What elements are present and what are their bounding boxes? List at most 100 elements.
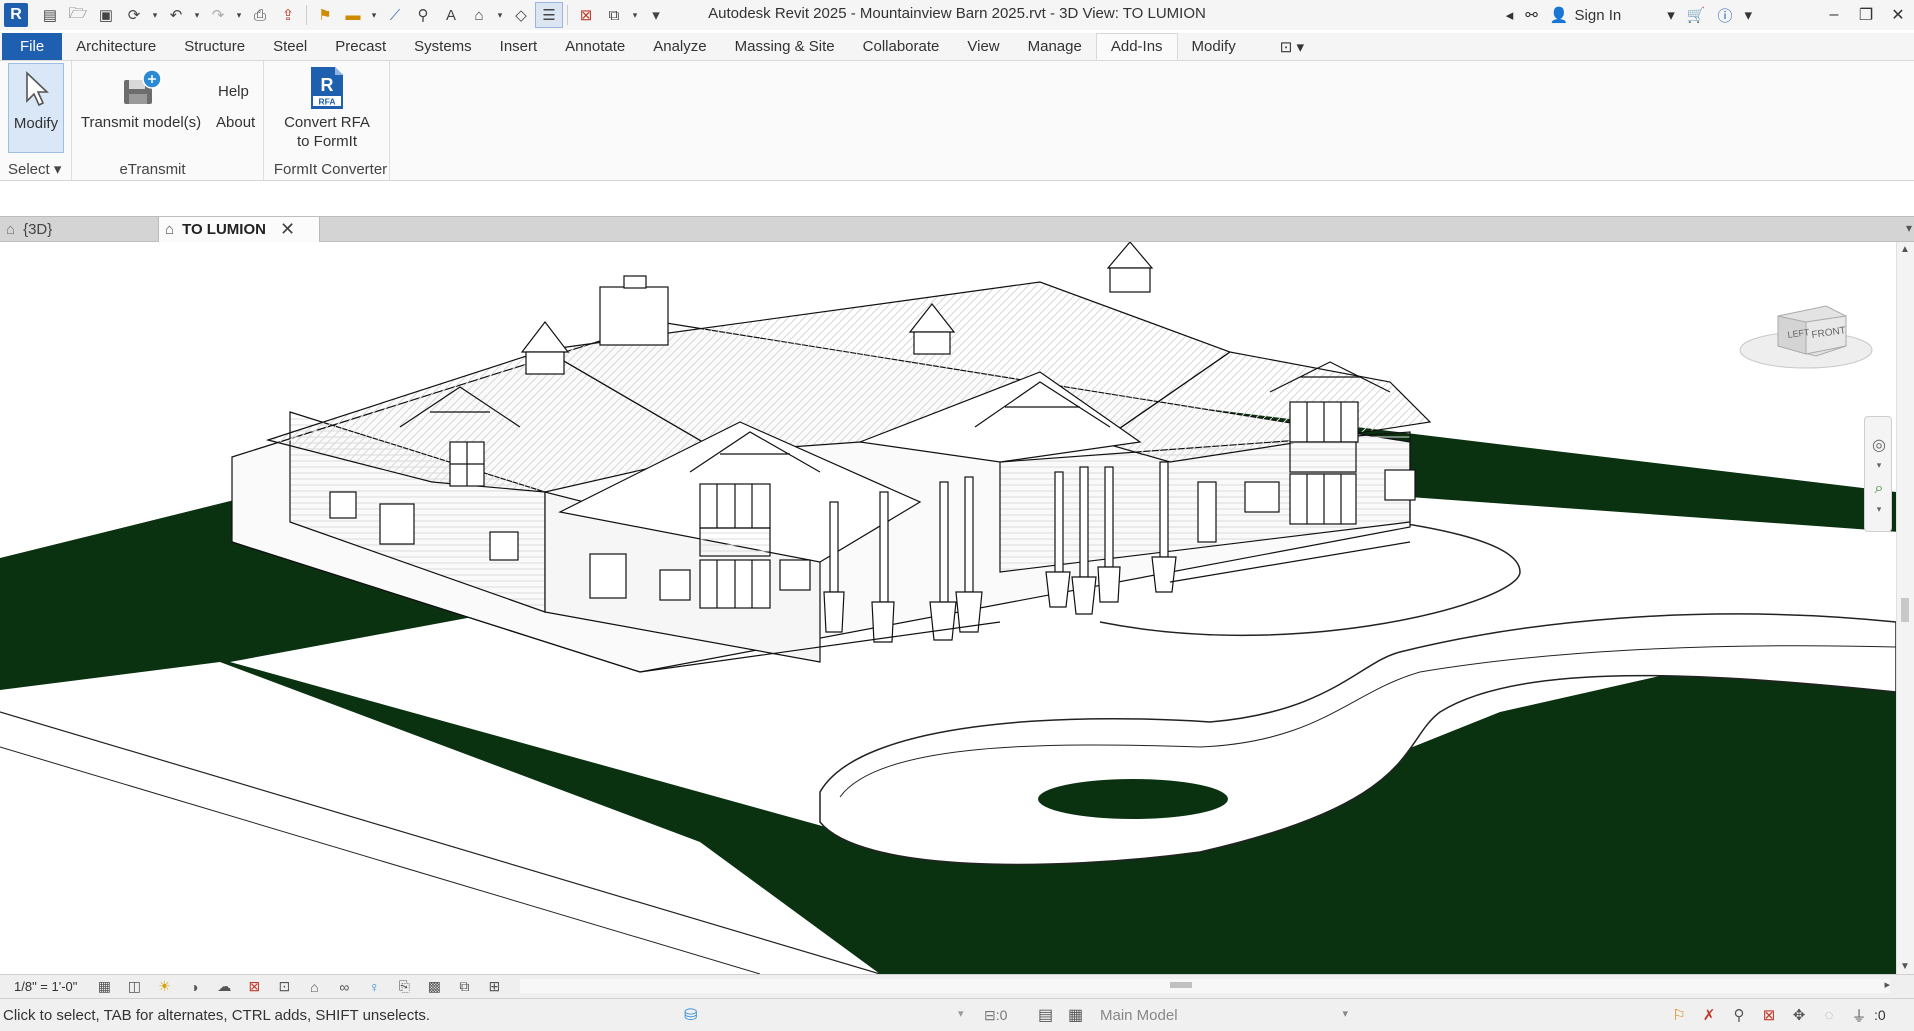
- shadows-icon[interactable]: ◑: [179, 976, 209, 998]
- crop-region-icon[interactable]: ⊡: [269, 976, 299, 998]
- tab-view[interactable]: View: [953, 33, 1013, 60]
- worksharing-icon[interactable]: ⛁: [684, 1005, 697, 1025]
- design-option-icon[interactable]: ▦: [1068, 1005, 1083, 1025]
- sections-icon[interactable]: ◇: [507, 2, 535, 28]
- scroll-right-icon[interactable]: ▸: [1884, 978, 1890, 991]
- undo-icon[interactable]: ↶: [162, 2, 190, 28]
- vertical-scroll-thumb[interactable]: [1901, 598, 1909, 622]
- default-3d-icon[interactable]: ⌂: [465, 2, 493, 28]
- drag-elements-icon[interactable]: ✥: [1784, 1006, 1814, 1024]
- select-underlay-icon[interactable]: ✗: [1694, 1006, 1724, 1024]
- tab-insert[interactable]: Insert: [486, 33, 552, 60]
- close-view-tab-icon[interactable]: ✕: [280, 219, 295, 240]
- transmit-models-button[interactable]: Transmit model(s): [76, 63, 206, 132]
- horizontal-scroll-thumb[interactable]: [1170, 982, 1192, 988]
- tab-structure[interactable]: Structure: [170, 33, 259, 60]
- steering-wheel-icon[interactable]: ◎: [1869, 435, 1889, 455]
- text-icon[interactable]: A: [437, 2, 465, 28]
- revit-logo-icon[interactable]: R: [4, 3, 28, 27]
- convert-rfa-button[interactable]: R RFA Convert RFA to FormIt: [268, 63, 386, 151]
- view-tab-3d[interactable]: ⌂ {3D}: [0, 217, 158, 242]
- select-by-face-icon[interactable]: ⊠: [1754, 1006, 1784, 1024]
- home-menu-icon[interactable]: ▤: [36, 2, 64, 28]
- temp-view-properties-icon[interactable]: ⎘: [389, 976, 419, 998]
- tab-architecture[interactable]: Architecture: [62, 33, 170, 60]
- modify-button[interactable]: Modify: [8, 63, 64, 153]
- align-dropdown-icon[interactable]: ▾: [367, 2, 381, 28]
- dimension-icon[interactable]: ⟋: [381, 2, 409, 28]
- editable-only-icon[interactable]: ▤: [1038, 1005, 1053, 1025]
- help-icon[interactable]: ⓘ: [1711, 5, 1738, 26]
- tab-add-ins[interactable]: Add-Ins: [1095, 33, 1178, 60]
- undo-dropdown-icon[interactable]: ▾: [190, 2, 204, 28]
- open-icon[interactable]: 🗁: [64, 2, 92, 28]
- sync-icon[interactable]: ⟳: [120, 2, 148, 28]
- redo-dropdown-icon[interactable]: ▾: [232, 2, 246, 28]
- tab-modify[interactable]: Modify: [1178, 33, 1250, 60]
- close-icon[interactable]: ✕: [1882, 0, 1914, 30]
- workset-dropdown-icon[interactable]: ▾: [958, 1007, 964, 1020]
- binoculars-icon[interactable]: ⚯: [1519, 6, 1544, 24]
- collapse-arrow-icon[interactable]: ◂: [1500, 6, 1520, 24]
- minimize-icon[interactable]: –: [1818, 0, 1850, 30]
- tab-steel[interactable]: Steel: [259, 33, 321, 60]
- tab-file[interactable]: File: [2, 33, 63, 60]
- tab-collaborate[interactable]: Collaborate: [849, 33, 954, 60]
- crop-view-icon[interactable]: ⊠: [239, 976, 269, 998]
- view-scale[interactable]: 1/8" = 1'-0": [0, 979, 89, 994]
- highlight-displacement-icon[interactable]: ⧉: [449, 976, 479, 998]
- render-icon[interactable]: ☁: [209, 976, 239, 998]
- zoom-dropdown-icon[interactable]: ▾: [1869, 499, 1889, 519]
- scroll-down-icon[interactable]: ▼: [1900, 961, 1910, 972]
- tab-precast[interactable]: Precast: [321, 33, 400, 60]
- reveal-constraints-icon[interactable]: ⊞: [479, 976, 509, 998]
- tab-systems[interactable]: Systems: [400, 33, 486, 60]
- unlocked-3d-view-icon[interactable]: ⌂: [299, 976, 329, 998]
- detail-level-icon[interactable]: ▦: [89, 976, 119, 998]
- temp-hide-icon[interactable]: ∞: [329, 976, 359, 998]
- help-dropdown-icon[interactable]: ▾: [1738, 6, 1758, 24]
- align-icon[interactable]: ▬: [339, 2, 367, 28]
- restore-icon[interactable]: ❐: [1850, 0, 1882, 30]
- sync-dropdown-icon[interactable]: ▾: [148, 2, 162, 28]
- viewcube[interactable]: LEFT FRONT: [1736, 296, 1876, 376]
- analytical-model-icon[interactable]: ▩: [419, 976, 449, 998]
- switch-windows-dropdown-icon[interactable]: ▾: [628, 2, 642, 28]
- horizontal-scrollbar[interactable]: ▸: [520, 979, 1890, 993]
- sun-path-icon[interactable]: ☀: [149, 976, 179, 998]
- sign-in-dropdown-icon[interactable]: ▾: [1627, 6, 1681, 24]
- 3d-dropdown-icon[interactable]: ▾: [493, 2, 507, 28]
- save-icon[interactable]: ▣: [92, 2, 120, 28]
- cart-icon[interactable]: 🛒: [1681, 6, 1712, 24]
- thin-lines-icon[interactable]: ☰: [535, 2, 563, 28]
- sign-in-button[interactable]: 👤 Sign In: [1544, 6, 1627, 25]
- ribbon-options-icon[interactable]: ⊡ ▾: [1270, 33, 1314, 60]
- zoom-region-icon[interactable]: ⌕: [1869, 479, 1889, 499]
- customize-icon[interactable]: ▾: [642, 2, 670, 28]
- background-processes-icon[interactable]: ◌: [1814, 1007, 1844, 1024]
- drawing-area-3d-view[interactable]: LEFT FRONT: [0, 242, 1896, 974]
- select-pinned-icon[interactable]: ⚲: [1724, 1006, 1754, 1024]
- steering-wheel-dropdown-icon[interactable]: ▾: [1869, 455, 1889, 475]
- tag-icon[interactable]: ⚲: [409, 2, 437, 28]
- close-hidden-icon[interactable]: ⊠: [572, 2, 600, 28]
- vertical-scrollbar[interactable]: ▲ ▼: [1896, 242, 1914, 974]
- visual-style-icon[interactable]: ◫: [119, 976, 149, 998]
- main-model-selector[interactable]: Main Model ▾: [1100, 1007, 1348, 1024]
- scroll-up-icon[interactable]: ▲: [1900, 244, 1910, 255]
- help-button[interactable]: Help: [218, 83, 249, 100]
- export-icon[interactable]: ⇪: [274, 2, 302, 28]
- tab-manage[interactable]: Manage: [1014, 33, 1096, 60]
- view-tab-to-lumion[interactable]: ⌂ TO LUMION ✕: [158, 217, 320, 242]
- switch-windows-icon[interactable]: ⧉: [600, 2, 628, 28]
- redo-icon[interactable]: ↷: [204, 2, 232, 28]
- reveal-hidden-icon[interactable]: ♀: [359, 976, 389, 998]
- about-button[interactable]: About: [216, 114, 255, 131]
- filter-icon[interactable]: ⏚: [1844, 1005, 1874, 1026]
- tab-massing-site[interactable]: Massing & Site: [721, 33, 849, 60]
- tab-annotate[interactable]: Annotate: [551, 33, 639, 60]
- print-icon[interactable]: ⎙: [246, 2, 274, 28]
- select-links-icon[interactable]: ⚐: [1664, 1006, 1694, 1024]
- tab-analyze[interactable]: Analyze: [639, 33, 720, 60]
- view-tab-overflow-icon[interactable]: ▾: [1906, 221, 1912, 235]
